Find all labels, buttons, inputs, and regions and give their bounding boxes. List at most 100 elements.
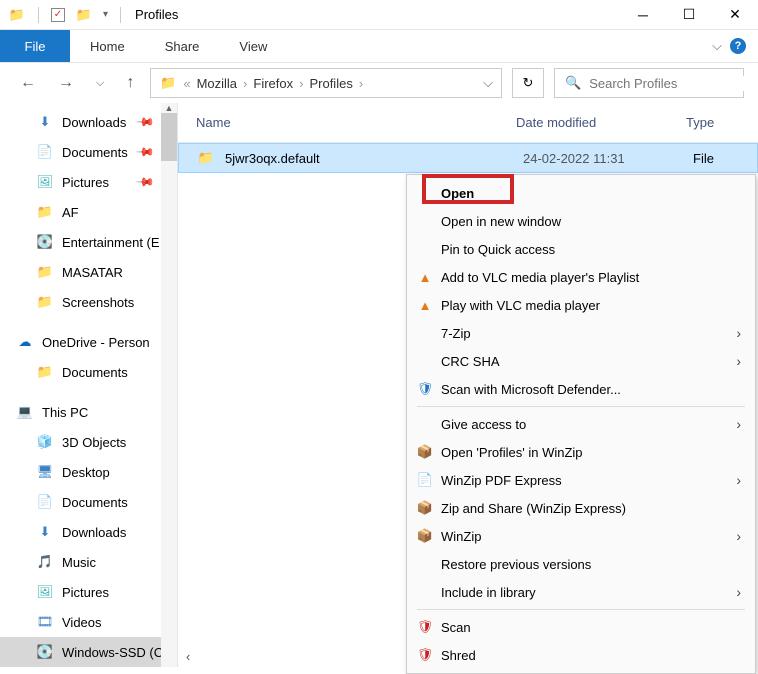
sidebar-item-label: Documents	[62, 365, 128, 380]
ribbon-tabs: File Home Share View ⌵ ?	[0, 30, 758, 62]
ctx-scan[interactable]: 🛡Scan	[407, 613, 755, 641]
sidebar-item-pictures[interactable]: 🖼Pictures📌	[0, 167, 177, 197]
chevron-left-icon[interactable]: «	[183, 76, 190, 91]
sidebar-onedrive[interactable]: ☁OneDrive - Person	[0, 327, 177, 357]
sidebar-item-label: Downloads	[62, 525, 126, 540]
chevron-left-icon[interactable]: ‹	[186, 649, 190, 664]
ctx-include-library[interactable]: Include in library›	[407, 578, 755, 606]
sidebar-item-masatar[interactable]: 📁MASATAR	[0, 257, 177, 287]
sidebar-item-label: This PC	[42, 405, 88, 420]
pin-icon: 📌	[135, 142, 155, 162]
window-title: Profiles	[135, 7, 178, 22]
ctx-restore-versions[interactable]: Restore previous versions	[407, 550, 755, 578]
chevron-right-icon: ›	[736, 584, 741, 600]
home-tab[interactable]: Home	[70, 39, 145, 54]
sidebar-item-documents[interactable]: 📄Documents📌	[0, 137, 177, 167]
sidebar-scrollbar[interactable]: ▲	[161, 103, 177, 667]
sidebar-item-videos[interactable]: 🎞Videos	[0, 607, 177, 637]
ctx-give-access[interactable]: Give access to›	[407, 410, 755, 438]
ctx-label: Zip and Share (WinZip Express)	[441, 501, 626, 516]
ctx-label: Open	[441, 186, 474, 201]
navigation-bar: ← → ⌵ ↑ 📁 « Mozilla › Firefox › Profiles…	[0, 63, 758, 103]
share-tab[interactable]: Share	[145, 39, 220, 54]
sidebar-item-label: AF	[62, 205, 79, 220]
sidebar-item-label: MASATAR	[62, 265, 123, 280]
breadcrumb-mozilla[interactable]: Mozilla	[197, 76, 237, 91]
sidebar-item-pc-downloads[interactable]: ⬇Downloads	[0, 517, 177, 547]
ribbon-collapse-icon[interactable]: ⌵	[712, 38, 722, 54]
ctx-crc-sha[interactable]: CRC SHA›	[407, 347, 755, 375]
address-bar[interactable]: 📁 « Mozilla › Firefox › Profiles › ⌵	[150, 68, 502, 98]
qat-dropdown-icon[interactable]: ▾	[103, 9, 108, 20]
sidebar-item-label: Desktop	[62, 465, 110, 480]
vlc-icon: ▲	[416, 298, 434, 313]
pdf-icon: 📄	[416, 472, 434, 488]
ctx-open-winzip[interactable]: 📦Open 'Profiles' in WinZip	[407, 438, 755, 466]
ctx-shred[interactable]: 🛡 Shred	[407, 641, 755, 669]
address-dropdown-icon[interactable]: ⌵	[483, 75, 493, 91]
sidebar-item-downloads[interactable]: ⬇Downloads📌	[0, 107, 177, 137]
view-tab[interactable]: View	[219, 39, 287, 54]
file-name: 5jwr3oqx.default	[225, 151, 523, 166]
scroll-up-icon[interactable]: ▲	[161, 103, 177, 113]
close-button[interactable]: ✕	[712, 0, 758, 30]
download-icon: ⬇	[36, 114, 54, 130]
sidebar-item-entertainment[interactable]: 💽Entertainment (E	[0, 227, 177, 257]
ctx-label: Shred	[441, 648, 476, 663]
ctx-vlc-play[interactable]: ▲Play with VLC media player	[407, 291, 755, 319]
column-date[interactable]: Date modified	[516, 115, 686, 130]
navigation-pane: ⬇Downloads📌 📄Documents📌 🖼Pictures📌 📁AF 💽…	[0, 103, 178, 667]
ctx-pin-quick-access[interactable]: Pin to Quick access	[407, 235, 755, 263]
ctx-defender[interactable]: 🛡Scan with Microsoft Defender...	[407, 375, 755, 403]
ctx-zip-share[interactable]: 📦Zip and Share (WinZip Express)	[407, 494, 755, 522]
onedrive-icon: ☁	[16, 334, 34, 350]
ctx-label: WinZip PDF Express	[441, 473, 562, 488]
breadcrumb-firefox[interactable]: Firefox	[253, 76, 293, 91]
ctx-7zip[interactable]: 7-Zip›	[407, 319, 755, 347]
file-row[interactable]: 📁 5jwr3oqx.default 24-02-2022 11:31 File	[178, 143, 758, 173]
titlebar: 📁 ✓ 📁 ▾ Profiles ─ ☐ ✕	[0, 0, 758, 30]
column-name[interactable]: Name	[196, 115, 516, 130]
sidebar-item-pc-pictures[interactable]: 🖼 Pictures	[0, 577, 177, 607]
mcafee-icon: 🛡	[416, 647, 434, 663]
breadcrumb-profiles[interactable]: Profiles	[309, 76, 352, 91]
sidebar-thispc[interactable]: 💻This PC	[0, 397, 177, 427]
sidebar-item-3dobjects[interactable]: 🧊3D Objects	[0, 427, 177, 457]
sidebar-item-desktop[interactable]: 🖥Desktop	[0, 457, 177, 487]
sidebar-item-pc-documents[interactable]: 📄Documents	[0, 487, 177, 517]
pic-icon: 🖼	[36, 584, 54, 600]
sidebar-item-label: Downloads	[62, 115, 126, 130]
maximize-button[interactable]: ☐	[666, 0, 712, 30]
sidebar-item-od-documents[interactable]: 📁Documents	[0, 357, 177, 387]
checkbox-icon[interactable]: ✓	[51, 8, 65, 22]
back-button[interactable]: ←	[14, 74, 42, 92]
separator	[417, 406, 745, 407]
chevron-right-icon: ›	[299, 76, 303, 91]
refresh-button[interactable]: ↻	[512, 68, 544, 98]
sidebar-item-music[interactable]: 🎵Music	[0, 547, 177, 577]
ctx-open[interactable]: Open	[407, 179, 755, 207]
file-date: 24-02-2022 11:31	[523, 151, 693, 166]
pic-icon: 🖼	[36, 174, 54, 190]
sidebar-item-label: Pictures	[62, 585, 109, 600]
forward-button[interactable]: →	[52, 74, 80, 92]
sidebar-item-af[interactable]: 📁AF	[0, 197, 177, 227]
sidebar-item-windows-ssd[interactable]: 💽Windows-SSD (C	[0, 637, 177, 667]
ctx-vlc-add[interactable]: ▲Add to VLC media player's Playlist	[407, 263, 755, 291]
column-headers: Name Date modified Type	[178, 103, 758, 143]
help-icon[interactable]: ?	[730, 38, 746, 54]
search-input[interactable]	[589, 76, 758, 91]
sidebar-item-screenshots[interactable]: 📁Screenshots	[0, 287, 177, 317]
column-type[interactable]: Type	[686, 115, 714, 130]
ctx-winzip[interactable]: 📦WinZip›	[407, 522, 755, 550]
ctx-open-new-window[interactable]: Open in new window	[407, 207, 755, 235]
scrollbar-thumb[interactable]	[161, 113, 177, 161]
up-button[interactable]: ↑	[120, 74, 140, 92]
search-box[interactable]: 🔍	[554, 68, 744, 98]
ctx-label: Give access to	[441, 417, 526, 432]
ctx-winzip-pdf[interactable]: 📄WinZip PDF Express›	[407, 466, 755, 494]
file-tab[interactable]: File	[0, 30, 70, 62]
minimize-button[interactable]: ─	[620, 0, 666, 30]
ctx-label: Add to VLC media player's Playlist	[441, 270, 639, 285]
recent-dropdown-icon[interactable]: ⌵	[90, 77, 110, 90]
